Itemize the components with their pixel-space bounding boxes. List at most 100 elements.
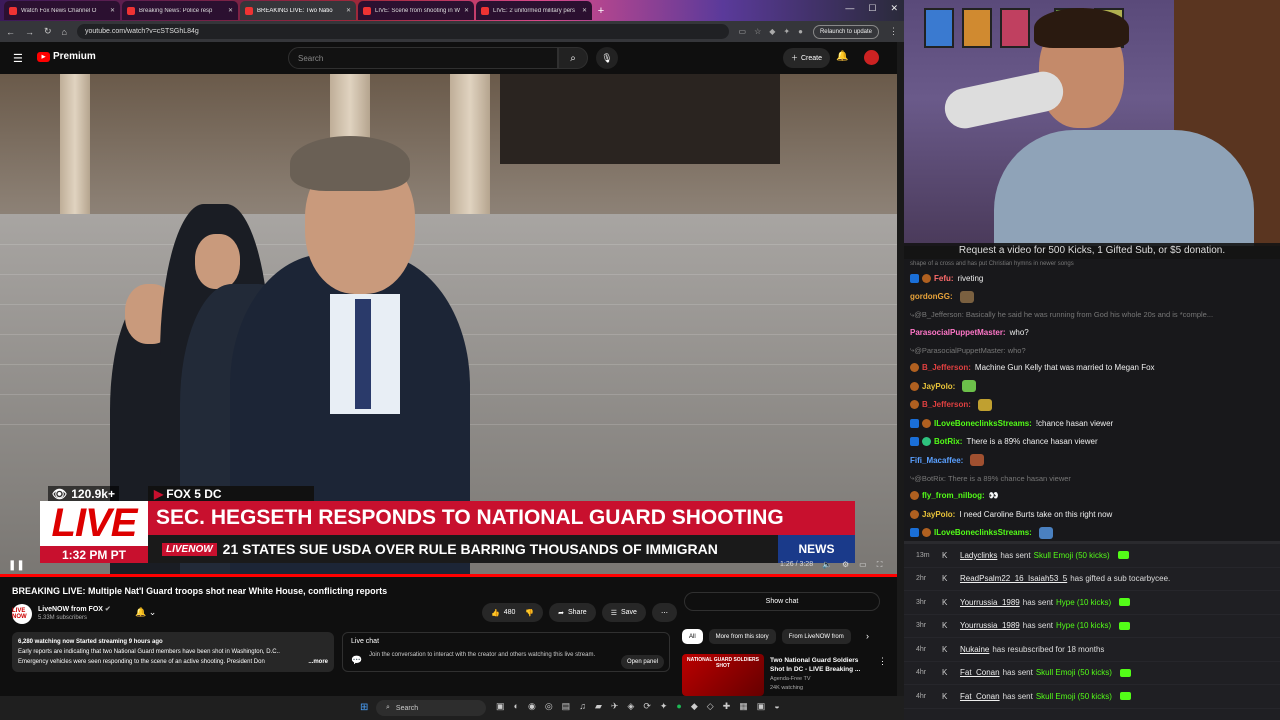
- channel-avatar[interactable]: LIVE NOW: [12, 604, 32, 624]
- page-scrollbar[interactable]: [897, 42, 904, 696]
- event-username[interactable]: Nukaine: [960, 645, 989, 654]
- browser-tab[interactable]: BREAKING LIVE: Two Natio ✕: [240, 1, 356, 20]
- app-icon[interactable]: ✈: [611, 701, 619, 712]
- app-icon[interactable]: ◈: [627, 701, 634, 712]
- channel-name[interactable]: LiveNOW from FOX ✔: [38, 605, 111, 613]
- task-view-icon[interactable]: ▣: [496, 701, 505, 712]
- subscribed-bell-icon[interactable]: 🔔 ⌄: [135, 607, 156, 618]
- tab-close-icon[interactable]: ✕: [110, 7, 115, 14]
- chat-username[interactable]: ILoveBoneclinksStreams:: [934, 419, 1032, 428]
- new-tab-button[interactable]: +: [594, 4, 608, 18]
- event-username[interactable]: Fat_Conan: [960, 692, 1000, 701]
- taskbar-search[interactable]: ⌕ Search: [376, 700, 486, 716]
- extension-icon[interactable]: ◆: [769, 27, 775, 36]
- chat-username[interactable]: JayPolo:: [922, 510, 955, 519]
- bookmark-star-icon[interactable]: ☆: [754, 27, 761, 36]
- chat-username[interactable]: BotRix:: [934, 437, 962, 446]
- event-username[interactable]: Yourrussia_1989: [960, 598, 1020, 607]
- description-box[interactable]: 6,280 watching now Started streaming 9 h…: [12, 632, 334, 672]
- minimize-icon[interactable]: —: [845, 3, 854, 14]
- puzzle-icon[interactable]: ✦: [783, 27, 790, 36]
- tab-close-icon[interactable]: ✕: [582, 7, 587, 14]
- spotify-icon[interactable]: ●: [676, 701, 681, 712]
- event-username[interactable]: ReadPsalm22_16_Isaiah53_5: [960, 574, 1067, 583]
- chat-username[interactable]: Fefu:: [934, 274, 954, 283]
- profile-icon[interactable]: ●: [798, 27, 803, 36]
- open-panel-button[interactable]: Open panel: [621, 655, 665, 669]
- related-video[interactable]: NATIONAL GUARD SOLDIERS SHOT Two Nationa…: [682, 654, 892, 696]
- maximize-icon[interactable]: ☐: [868, 3, 876, 14]
- app-icon[interactable]: ◇: [707, 701, 714, 712]
- chat-username[interactable]: B_Jefferson:: [922, 363, 971, 372]
- chat-username[interactable]: JayPolo:: [922, 382, 955, 391]
- video-player[interactable]: 👁 120.9k+ ▶ FOX 5 DC LIVE SEC. HEGSETH RES…: [0, 74, 897, 577]
- reload-icon[interactable]: ↻: [44, 26, 52, 37]
- close-icon[interactable]: ✕: [890, 3, 898, 14]
- browser-tab[interactable]: LIVE: 2 uniformed military pers ✕: [476, 1, 592, 20]
- pause-icon[interactable]: ❚❚: [8, 560, 25, 571]
- browser-tab[interactable]: Breaking News: Police resp ✕: [122, 1, 238, 20]
- app-icon[interactable]: ◎: [545, 701, 553, 712]
- volume-icon[interactable]: 🔈: [822, 560, 832, 570]
- chat-username[interactable]: ParasocialPuppetMaster:: [910, 328, 1006, 337]
- filter-chip[interactable]: More from this story: [708, 629, 776, 644]
- voice-search-button[interactable]: 🎙: [596, 47, 618, 69]
- folder-icon[interactable]: ▰: [595, 701, 602, 712]
- search-input[interactable]: Search: [288, 47, 558, 69]
- back-icon[interactable]: ←: [6, 27, 15, 37]
- more-vertical-icon[interactable]: ⋮: [878, 656, 887, 667]
- event-username[interactable]: Ladyclinks: [960, 551, 997, 560]
- miniplayer-icon[interactable]: ▭: [859, 560, 867, 570]
- share-button[interactable]: ➦ Share: [549, 603, 596, 622]
- video-progress-bar[interactable]: [0, 574, 897, 577]
- thumbs-down-icon[interactable]: 👎: [525, 609, 534, 617]
- filter-chip[interactable]: From LiveNOW from: [781, 629, 851, 644]
- save-button[interactable]: ☰ Save: [601, 603, 646, 622]
- kebab-menu-icon[interactable]: ⋮: [889, 26, 898, 37]
- browser-tab[interactable]: Watch Fox News Channel O ✕: [4, 1, 120, 20]
- notifications-bell-icon[interactable]: 🔔: [836, 51, 848, 62]
- event-username[interactable]: Fat_Conan: [960, 668, 1000, 677]
- chevron-right-icon[interactable]: ›: [866, 631, 869, 641]
- app-icon[interactable]: ▦: [739, 701, 748, 712]
- windows-start-icon[interactable]: ⊞: [360, 702, 368, 713]
- description-more-link[interactable]: ...more: [308, 657, 328, 667]
- fullscreen-icon[interactable]: ⛶: [877, 560, 883, 570]
- url-input[interactable]: youtube.com/watch?v=cSTSGhL84g: [76, 24, 729, 39]
- chrome-icon[interactable]: ◉: [528, 701, 536, 712]
- youtube-logo[interactable]: ▶ Premium: [37, 51, 96, 62]
- search-button[interactable]: ⌕: [558, 47, 588, 69]
- chat-username[interactable]: B_Jefferson:: [922, 400, 971, 409]
- forward-icon[interactable]: →: [25, 27, 34, 37]
- related-thumbnail[interactable]: NATIONAL GUARD SOLDIERS SHOT: [682, 654, 764, 696]
- chat-username[interactable]: Fifi_Macaffee:: [910, 456, 963, 465]
- relaunch-button[interactable]: Relaunch to update: [812, 24, 879, 39]
- edge-icon[interactable]: ◐: [514, 701, 519, 712]
- chat-username[interactable]: fly_from_nilbog:: [922, 491, 985, 500]
- tab-close-icon[interactable]: ✕: [464, 7, 469, 14]
- home-icon[interactable]: ⌂: [62, 27, 67, 37]
- tab-close-icon[interactable]: ✕: [346, 7, 351, 14]
- tab-close-icon[interactable]: ✕: [228, 7, 233, 14]
- app-icon[interactable]: ▣: [757, 701, 766, 712]
- app-icon[interactable]: ▤: [562, 701, 571, 712]
- app-icon[interactable]: ◆: [691, 701, 698, 712]
- chat-username[interactable]: gordonGG:: [910, 292, 953, 301]
- avatar[interactable]: [864, 50, 879, 65]
- show-chat-button[interactable]: Show chat: [684, 592, 880, 611]
- app-icon[interactable]: ✦: [660, 701, 668, 712]
- app-icon[interactable]: ✚: [723, 701, 731, 712]
- hamburger-menu-icon[interactable]: ☰: [13, 52, 23, 65]
- settings-gear-icon[interactable]: ⚙: [842, 560, 849, 570]
- filter-chip[interactable]: All: [682, 629, 703, 644]
- event-username[interactable]: Yourrussia_1989: [960, 621, 1020, 630]
- chat-username[interactable]: ILoveBoneclinksStreams:: [934, 528, 1032, 537]
- app-icon[interactable]: ♫: [579, 701, 586, 712]
- app-icon[interactable]: ⟳: [643, 701, 651, 712]
- app-icon[interactable]: ◒: [774, 701, 779, 712]
- cast-icon[interactable]: ▭: [739, 27, 747, 36]
- more-actions-button[interactable]: ⋯: [651, 603, 677, 622]
- related-title[interactable]: Two National Guard Soldiers Shot In DC -…: [770, 656, 870, 674]
- like-button[interactable]: 👍 480 👎: [482, 603, 544, 622]
- create-button[interactable]: ＋ Create: [783, 48, 831, 68]
